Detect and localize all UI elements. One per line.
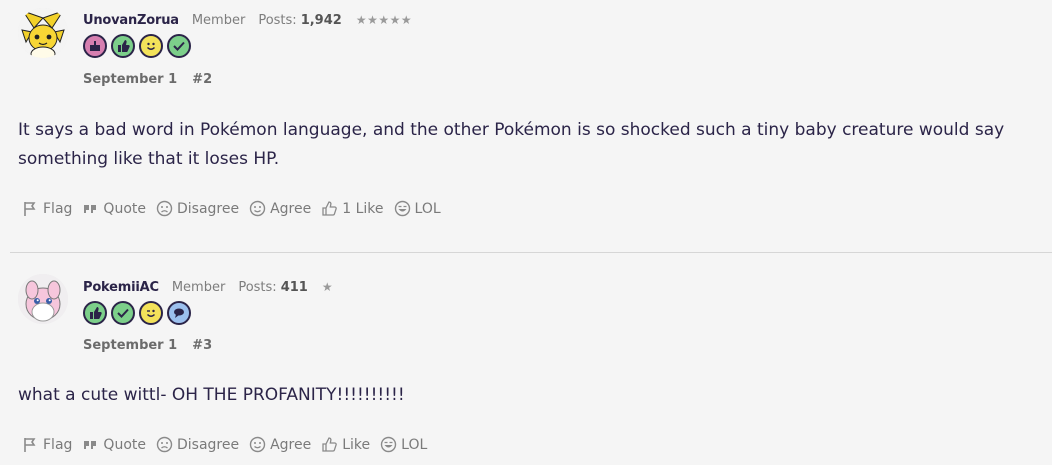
post-dateline: September 1 #2 [83, 72, 212, 87]
user-meta: UnovanZorua Member Posts: 1,942 ★★★★★ [83, 13, 412, 28]
agree-button[interactable]: Agree [249, 200, 311, 217]
username[interactable]: UnovanZorua [83, 13, 179, 28]
quote-button[interactable]: Quote [82, 200, 146, 217]
flag-button[interactable]: Flag [22, 436, 72, 453]
quote-label: Quote [103, 200, 146, 217]
frown-icon [156, 436, 173, 453]
username[interactable]: PokemiiAC [83, 280, 159, 295]
like-button[interactable]: Like [321, 436, 370, 453]
quote-icon [84, 205, 97, 213]
lol-button[interactable]: LOL [380, 436, 427, 453]
thumbs-up-badge-icon[interactable] [111, 34, 135, 58]
badge-list [83, 34, 191, 58]
post-actions: Flag Quote Disagree Agree 1 Like LOL [22, 200, 441, 217]
thumbs-up-icon [322, 201, 338, 216]
lol-label: LOL [401, 436, 428, 453]
post-body: It says a bad word in Pokémon language, … [18, 120, 1005, 169]
laugh-icon [394, 200, 410, 217]
flag-icon [24, 438, 36, 452]
user-role: Member [191, 13, 246, 28]
thumbs-up-icon [322, 437, 338, 452]
smile-badge-icon[interactable] [139, 34, 163, 58]
flag-icon [24, 202, 36, 216]
posts-count: 411 [280, 280, 308, 295]
smile-icon [249, 436, 266, 453]
smile-icon [249, 200, 266, 217]
disagree-label: Disagree [176, 200, 240, 217]
avatar[interactable] [18, 8, 68, 58]
quote-button[interactable]: Quote [82, 436, 146, 453]
like-button[interactable]: 1 Like [321, 200, 384, 217]
like-label: Like [342, 436, 371, 453]
lol-label: LOL [414, 200, 441, 217]
flag-label: Flag [43, 436, 73, 453]
disagree-label: Disagree [176, 436, 240, 453]
quote-label: Quote [103, 436, 146, 453]
agree-label: Agree [270, 436, 312, 453]
post-3: PokemiiAC Member Posts: 411 ★ September … [0, 254, 1052, 465]
thumbs-up-badge-icon[interactable] [83, 301, 107, 325]
flag-button[interactable]: Flag [22, 200, 72, 217]
laugh-icon [380, 436, 397, 453]
speech-bubble-badge-icon[interactable] [167, 301, 191, 325]
agree-button[interactable]: Agree [249, 436, 311, 453]
post-date[interactable]: September 1 [83, 338, 177, 353]
badge-list [83, 301, 191, 325]
post-dateline: September 1 #3 [83, 338, 212, 353]
check-badge-icon[interactable] [111, 301, 135, 325]
agree-label: Agree [270, 200, 312, 217]
post-divider [10, 252, 1052, 253]
disagree-button[interactable]: Disagree [156, 200, 239, 217]
user-role: Member [171, 280, 226, 295]
cake-badge-icon[interactable] [83, 34, 107, 58]
post-2: UnovanZorua Member Posts: 1,942 ★★★★★ Se… [0, 0, 1052, 252]
frown-icon [156, 200, 173, 217]
user-meta: PokemiiAC Member Posts: 411 ★ [83, 280, 333, 295]
check-badge-icon[interactable] [167, 34, 191, 58]
post-date[interactable]: September 1 [83, 72, 177, 87]
posts-label: Posts: [238, 280, 277, 295]
post-actions: Flag Quote Disagree Agree Like LOL [22, 436, 427, 453]
rank-stars: ★★★★★ [355, 13, 413, 27]
posts-count: 1,942 [300, 13, 342, 28]
avatar[interactable] [18, 274, 68, 324]
post-body: what a cute wittl- OH THE PROFANITY!!!!!… [18, 385, 405, 405]
posts-label: Posts: [258, 13, 297, 28]
lol-button[interactable]: LOL [394, 200, 441, 217]
wink-badge-icon[interactable] [139, 301, 163, 325]
flag-label: Flag [43, 200, 73, 217]
quote-icon [84, 441, 97, 449]
post-number[interactable]: #2 [192, 72, 212, 87]
rank-stars: ★ [321, 280, 334, 294]
like-label: 1 Like [342, 200, 384, 217]
disagree-button[interactable]: Disagree [156, 436, 239, 453]
post-number[interactable]: #3 [192, 338, 212, 353]
